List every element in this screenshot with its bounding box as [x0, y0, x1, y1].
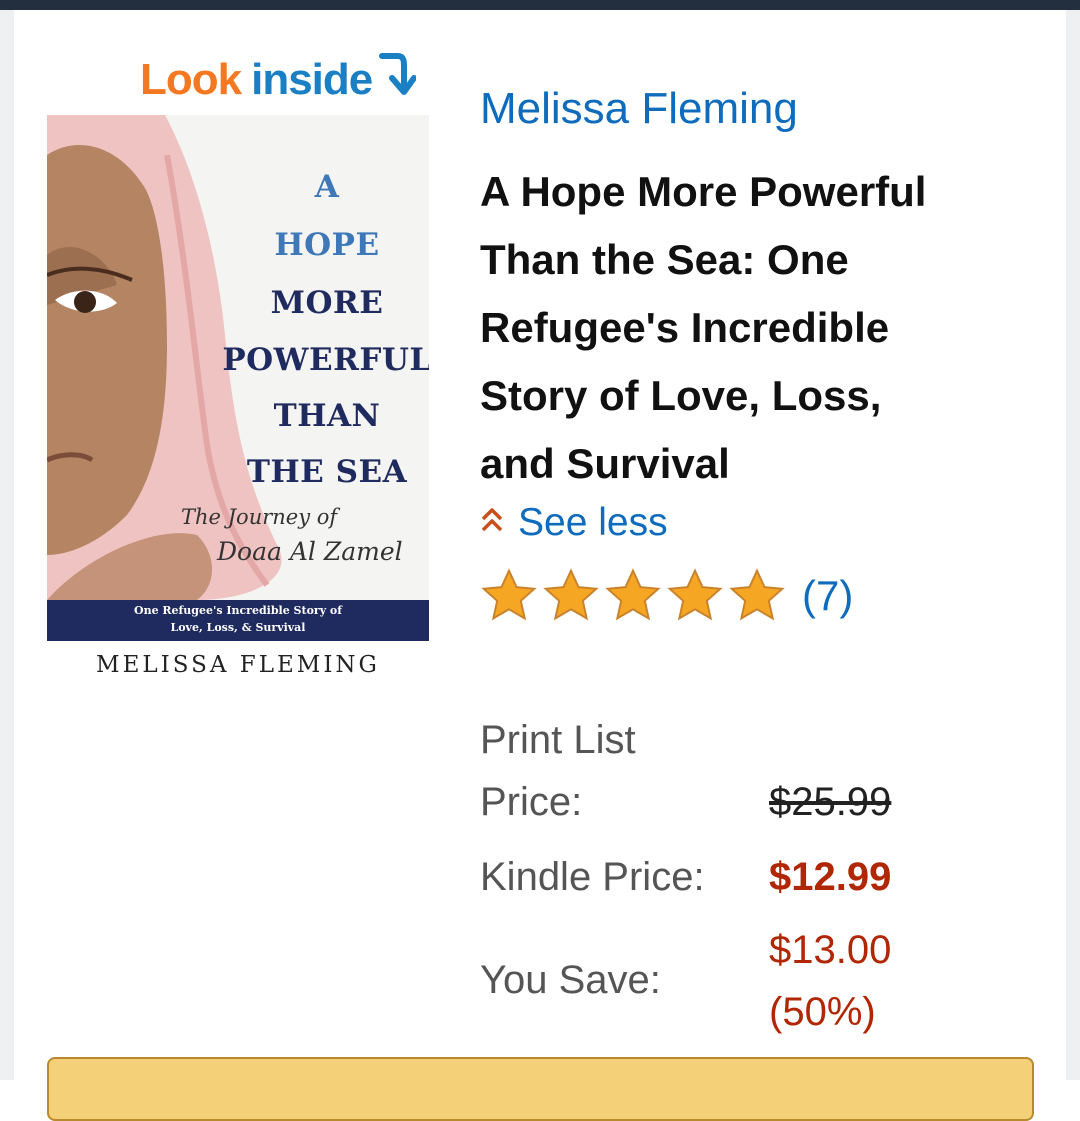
book-title-line: Refugee's Incredible	[480, 304, 890, 351]
star-icon	[604, 567, 662, 625]
cover-script-line: The Journey of	[181, 505, 338, 529]
look-inside-button[interactable]: Look inside	[140, 52, 418, 105]
print-list-price-value: $25.99	[769, 780, 892, 824]
cover-title-line: THAN	[273, 398, 381, 434]
star-icon	[480, 567, 538, 625]
look-inside-inside-text: inside	[251, 55, 373, 104]
chevron-up-double-icon	[480, 501, 504, 545]
book-title: A Hope More Powerful Than the Sea: One R…	[480, 158, 1040, 498]
cover-author-name: MELISSA FLEMING	[96, 652, 380, 678]
you-save-label: You Save:	[480, 958, 661, 1002]
see-less-link[interactable]: See less	[480, 497, 668, 549]
cover-title-line: HOPE	[274, 227, 380, 263]
book-title-line: Than the Sea: One	[480, 236, 849, 283]
print-list-price-label: Print List	[480, 718, 636, 762]
cover-title-line: THE SEA	[246, 454, 408, 490]
star-icon	[542, 567, 600, 625]
page-right-border	[1066, 10, 1080, 1080]
buy-now-button[interactable]	[47, 1057, 1034, 1121]
look-inside-arrow-icon	[376, 52, 418, 109]
cover-title-line: A	[314, 169, 340, 205]
see-less-label: See less	[518, 501, 668, 544]
book-cover-image[interactable]: A HOPE MORE POWERFUL THAN THE SEA The Jo…	[47, 115, 429, 641]
book-title-line: and Survival	[480, 440, 730, 487]
print-list-price-label: Price:	[480, 780, 583, 824]
cover-subtitle-line: One Refugee's Incredible Story of	[133, 604, 342, 617]
star-icon	[666, 567, 724, 625]
you-save-amount: $13.00	[769, 928, 892, 972]
rating-row[interactable]: (7)	[480, 566, 853, 626]
kindle-price-label: Kindle Price:	[480, 855, 705, 899]
cover-subtitle-line: Love, Loss, & Survival	[170, 621, 306, 634]
author-link[interactable]: Melissa Fleming	[480, 84, 798, 134]
cover-script-line: Doaa Al Zamel	[217, 537, 403, 566]
cover-title-line: MORE	[270, 285, 384, 321]
rating-count-link[interactable]: (7)	[802, 572, 853, 620]
book-title-line: A Hope More Powerful	[480, 168, 927, 215]
page-left-border	[0, 10, 14, 1080]
book-title-line: Story of Love, Loss,	[480, 372, 882, 419]
cover-title-line: POWERFUL	[222, 342, 429, 378]
star-icon	[728, 567, 786, 625]
kindle-price-value: $12.99	[769, 855, 892, 899]
top-nav-bar	[0, 0, 1080, 10]
you-save-percent: (50%)	[769, 990, 876, 1034]
look-inside-look-text: Look	[140, 55, 242, 104]
